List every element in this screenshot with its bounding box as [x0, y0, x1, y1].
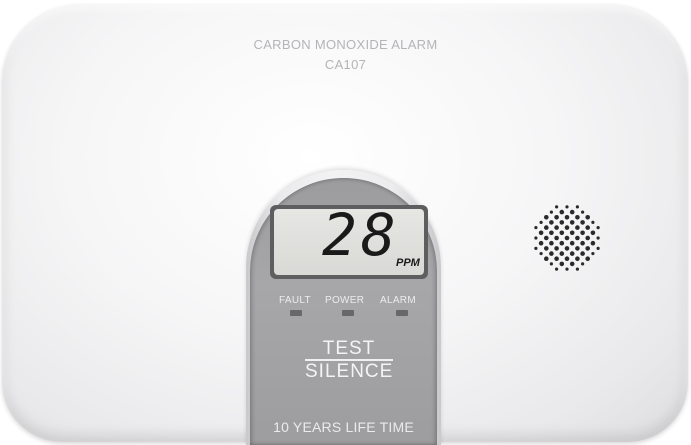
speaker-hole [569, 251, 575, 256]
speaker-hole [544, 225, 549, 230]
speaker-hole [538, 230, 544, 236]
speaker-hole [585, 235, 590, 241]
lifetime-label: 10 YEARS LIFE TIME [273, 419, 414, 435]
speaker-hole [549, 251, 554, 256]
speaker-hole [569, 209, 575, 215]
speaker-hole [585, 246, 590, 251]
speaker-hole [554, 256, 559, 261]
speaker-hole [575, 205, 579, 209]
speaker-hole [575, 235, 580, 241]
speaker-hole [549, 240, 554, 246]
speaker-hole [590, 230, 596, 236]
test-button-label[interactable]: TEST [305, 339, 393, 358]
speaker-hole [580, 230, 585, 236]
reading-unit: PPM [396, 257, 420, 269]
speaker-hole [596, 246, 600, 250]
speaker-hole [539, 220, 543, 224]
speaker-hole [591, 220, 595, 224]
speaker-hole [559, 220, 565, 225]
speaker-hole [544, 256, 549, 261]
speaker-hole [575, 256, 580, 261]
speaker-hole [559, 251, 565, 256]
speaker-hole [575, 225, 580, 230]
speaker-hole [554, 225, 559, 230]
speaker-hole [549, 262, 553, 266]
speaker-hole [555, 267, 559, 271]
speaker-hole [581, 210, 585, 214]
speaker-hole [554, 235, 559, 241]
speaker-hole [569, 240, 575, 246]
speaker-hole [549, 220, 554, 225]
speaker-hole [559, 209, 565, 215]
alarm-label: ALARM [380, 295, 416, 306]
co-reading: 28 [322, 201, 400, 269]
speaker-hole [559, 240, 565, 246]
speaker-hole [569, 230, 575, 236]
speaker-hole [564, 256, 570, 261]
speaker-hole [564, 215, 570, 220]
power-led [342, 310, 354, 316]
device-model: CA107 [324, 57, 367, 72]
speaker-hole [585, 256, 590, 261]
speaker-hole [534, 246, 538, 250]
speaker-hole [580, 220, 585, 225]
speaker-hole [564, 246, 570, 251]
speaker-hole [565, 267, 569, 271]
speaker-hole [549, 210, 553, 214]
speaker-hole [591, 252, 595, 256]
speaker-hole [538, 240, 544, 246]
speaker-hole [580, 251, 585, 256]
device-title: CARBON MONOXIDE ALARM [253, 37, 438, 52]
silence-button-label[interactable]: SILENCE [305, 362, 393, 381]
speaker-hole [575, 267, 579, 271]
speaker-hole [564, 225, 570, 230]
speaker-hole [581, 262, 585, 266]
speaker-hole [544, 215, 549, 220]
alarm-led [396, 310, 408, 316]
speaker-hole [549, 230, 554, 236]
speaker-hole [569, 220, 575, 225]
speaker-hole [539, 252, 543, 256]
speaker-hole [596, 226, 600, 230]
speaker-hole [554, 246, 559, 251]
speaker-hole [544, 246, 549, 251]
speaker-hole [554, 215, 559, 220]
speaker-hole [596, 236, 600, 240]
speaker-hole [569, 261, 575, 267]
speaker-hole [555, 205, 559, 209]
speaker-hole [534, 236, 538, 240]
speaker-hole [585, 215, 590, 220]
speaker-hole [585, 225, 590, 230]
speaker-hole [544, 235, 549, 241]
speaker-hole [590, 240, 596, 246]
speaker-hole [559, 261, 565, 267]
speaker-hole [534, 226, 538, 230]
speaker-grille-icon [534, 205, 600, 271]
fault-led [290, 310, 302, 316]
power-label: POWER [325, 295, 365, 306]
speaker-hole [564, 235, 570, 241]
fault-label: FAULT [279, 295, 311, 306]
speaker-hole [575, 215, 580, 220]
speaker-hole [559, 230, 565, 236]
speaker-hole [565, 205, 569, 209]
speaker-hole [580, 240, 585, 246]
speaker-hole [575, 246, 580, 251]
